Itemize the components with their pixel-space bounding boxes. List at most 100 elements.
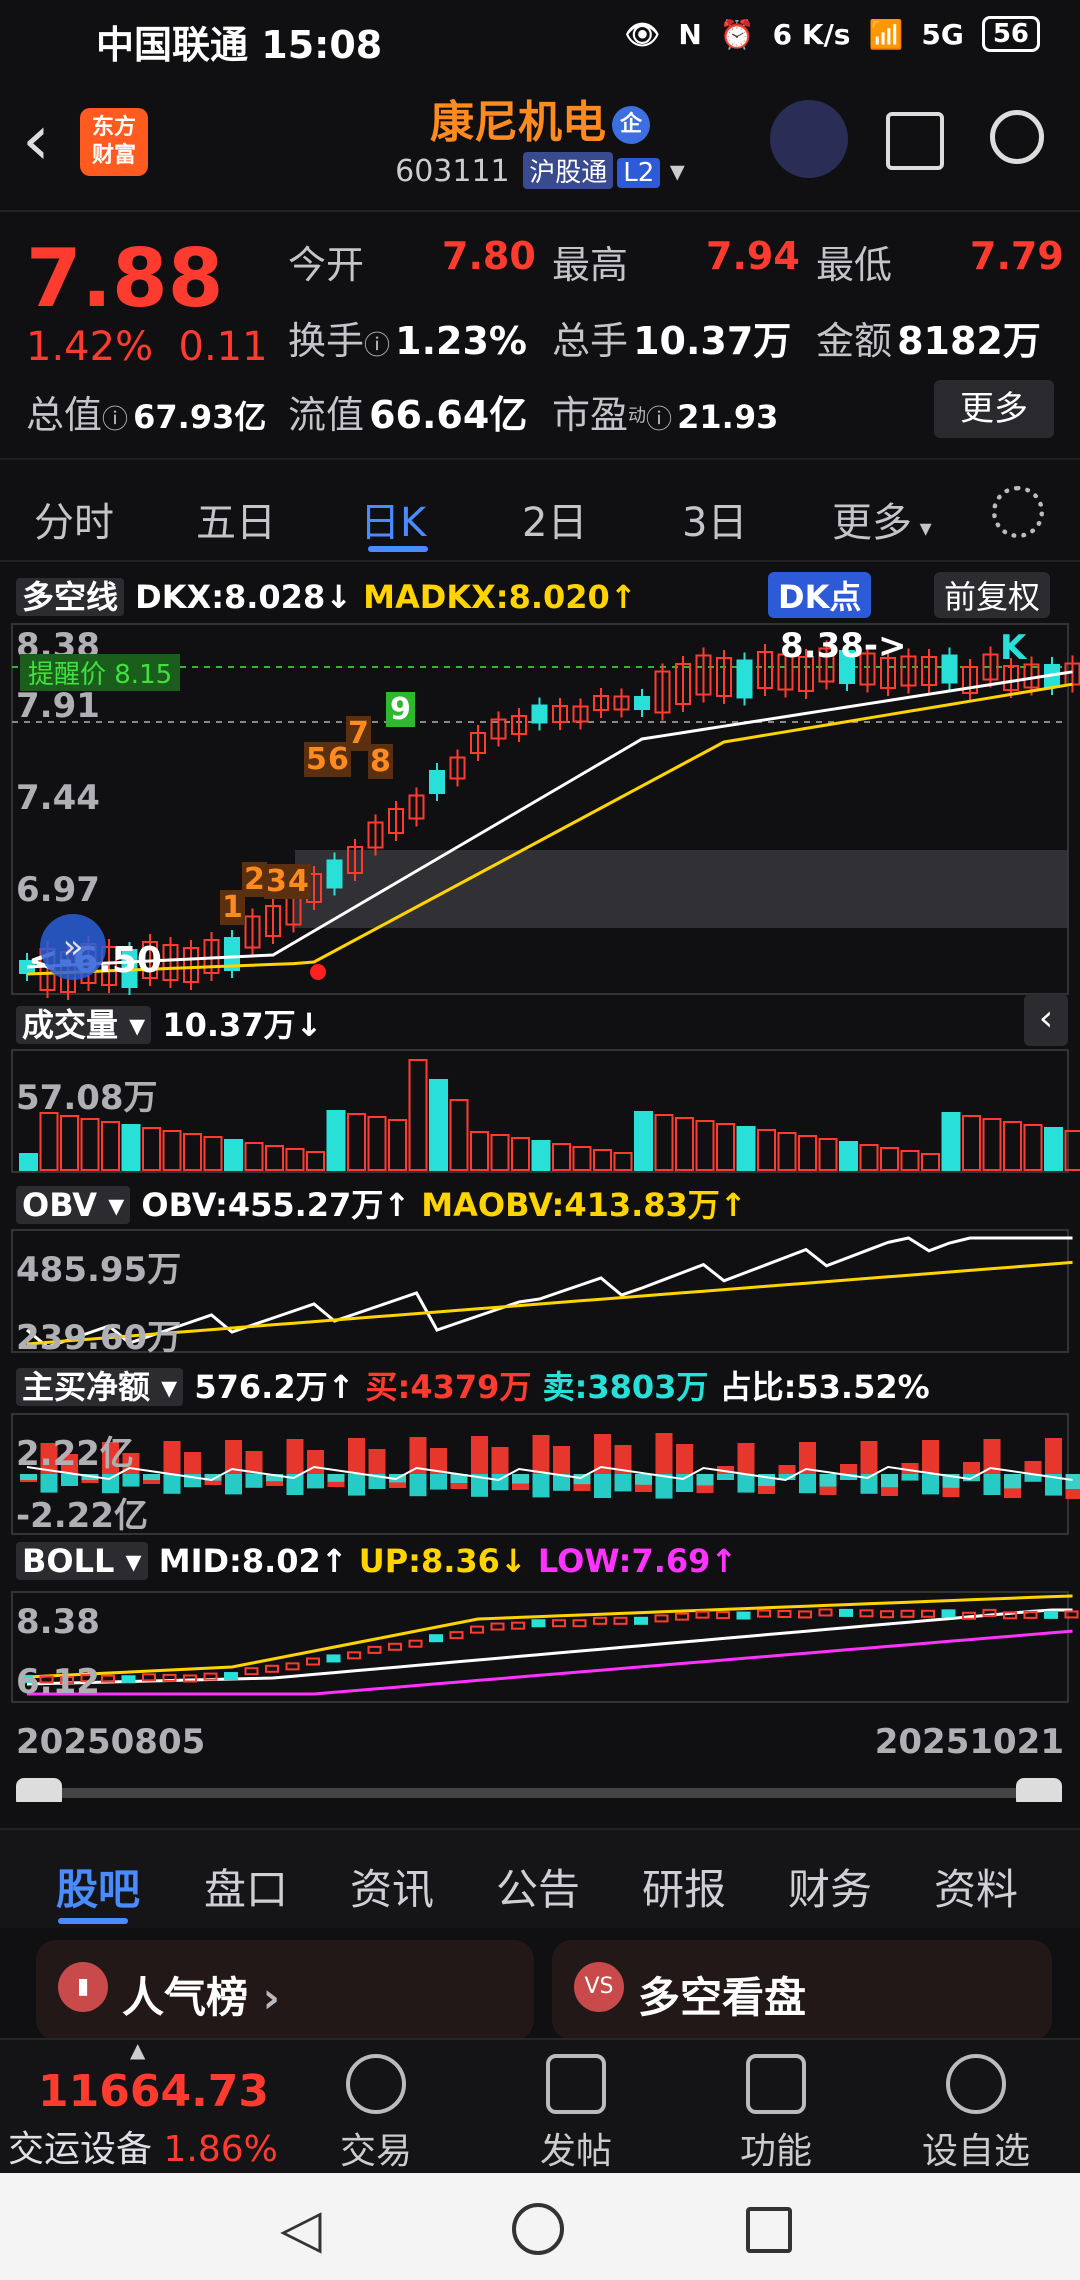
- volume-bar: [531, 1140, 551, 1171]
- enterprise-badge: 企: [612, 106, 650, 144]
- volume-selector[interactable]: 成交量 ▾: [16, 1006, 152, 1044]
- boll-candle: [941, 1609, 956, 1618]
- boll-candle: [1044, 1610, 1058, 1619]
- open-value: 7.80: [442, 234, 536, 278]
- tab-profile[interactable]: 资料: [934, 1856, 1018, 1917]
- net-bar-neg: [122, 1474, 140, 1487]
- tab-news[interactable]: 资讯: [350, 1856, 434, 1917]
- candle: [736, 659, 753, 699]
- volume-bar: [347, 1113, 366, 1171]
- tab-announcements[interactable]: 公告: [496, 1856, 580, 1917]
- back-triangle-icon[interactable]: ◁: [280, 2199, 340, 2259]
- volume-bar: [634, 1111, 653, 1171]
- net-axis-top: 2.22亿: [16, 1434, 134, 1474]
- tab-intraday[interactable]: 分时: [34, 490, 114, 548]
- tab-forum[interactable]: 股吧: [56, 1856, 140, 1917]
- pe-ratio: 市盈动ⓘ 21.93: [552, 393, 779, 437]
- seq-4: 4: [286, 864, 311, 899]
- search-icon[interactable]: [990, 110, 1044, 164]
- boll-candle: [367, 1645, 382, 1654]
- popularity-card[interactable]: ▮ 人气榜 ›: [36, 1940, 534, 2040]
- volume-bar: [408, 1059, 428, 1171]
- low-dot: [310, 964, 326, 980]
- boll-candle: [429, 1634, 443, 1643]
- axis-price-4: 6.97: [16, 870, 100, 910]
- obv-selector[interactable]: OBV ▾: [16, 1186, 131, 1224]
- net-bar-neg: [983, 1474, 1001, 1495]
- tab-three-day[interactable]: 3日: [682, 490, 747, 548]
- boll-candle: [101, 1674, 115, 1683]
- tab-orderbook[interactable]: 盘口: [204, 1856, 288, 1917]
- boll-candle: [593, 1616, 607, 1625]
- axis-price-2: 7.91: [16, 686, 100, 726]
- net-bar-neg: [512, 1474, 529, 1484]
- battery-icon: 56: [981, 16, 1040, 52]
- edit-icon: [546, 2054, 606, 2114]
- nav-functions[interactable]: 功能: [716, 2054, 836, 2174]
- share-icon[interactable]: [886, 112, 944, 170]
- tab-daily-k[interactable]: 日K: [360, 490, 426, 548]
- sector-index-value[interactable]: 11664.73: [38, 2066, 269, 2117]
- market-tag: 沪股通: [523, 152, 614, 189]
- recents-square-icon[interactable]: [746, 2207, 792, 2253]
- net-bar-pos: [860, 1441, 878, 1474]
- kline-chart-area[interactable]: 多空线 DKX:8.028↓ MADKX:8.020↑ DK点 前复权 8.38…: [0, 560, 1080, 1802]
- nav-add-watchlist[interactable]: 设自选: [916, 2054, 1036, 2174]
- volume-bar: [224, 1139, 243, 1171]
- boll-candle: [347, 1651, 361, 1660]
- volume-bar: [511, 1137, 530, 1171]
- date-start: 20250805: [16, 1722, 206, 1762]
- boll-candle: [839, 1608, 853, 1617]
- boll-candle: [900, 1609, 915, 1618]
- bull-bear-card[interactable]: VS 多空看盘: [552, 1940, 1052, 2040]
- gear-icon[interactable]: [992, 486, 1044, 538]
- tab-research[interactable]: 研报: [642, 1856, 726, 1917]
- expand-icon[interactable]: »: [40, 914, 106, 980]
- boll-axis-bot: 6.12: [16, 1662, 100, 1702]
- net-bar-pos: [184, 1452, 201, 1474]
- volume-bar: [101, 1121, 120, 1171]
- net-bar-neg: [327, 1474, 345, 1482]
- period-tabs: 分时 五日 日K 2日 3日 更多 ▾: [0, 458, 1080, 558]
- volume-bar: [285, 1148, 305, 1171]
- volume-bar: [183, 1133, 202, 1171]
- tab-more[interactable]: 更多 ▾: [832, 490, 932, 548]
- net-bar-pos: [532, 1435, 550, 1474]
- amount: 金额 8182万: [816, 319, 1041, 363]
- obv-header: OBV ▾ OBV:455.27万↑ MAOBV:413.83万↑: [16, 1180, 747, 1226]
- vol-axis: 57.08万: [16, 1078, 158, 1118]
- k-marker: K: [1000, 628, 1027, 668]
- volume-bar: [880, 1147, 899, 1171]
- tab-five-day[interactable]: 五日: [196, 490, 276, 548]
- volume-bar: [1044, 1127, 1063, 1171]
- boll-candle: [859, 1609, 874, 1618]
- boll-candle: [203, 1672, 218, 1681]
- quote-panel: 7.88 1.42% 0.11 总值ⓘ 67.93亿 今开 7.80 最高 7.…: [0, 210, 1080, 450]
- nav-trade[interactable]: 交易: [316, 2054, 436, 2174]
- net-bar-neg: [245, 1474, 263, 1488]
- home-circle-icon[interactable]: [512, 2203, 564, 2255]
- boll-candle: [716, 1611, 730, 1620]
- boll-candle: [572, 1619, 587, 1628]
- status-bar: 中国联通 15:08 👁 N ⏰ 6 K/s 📶 5G 56: [0, 0, 1080, 72]
- volume-bar: [121, 1124, 141, 1171]
- netbuy-selector[interactable]: 主买净额 ▾: [16, 1368, 184, 1406]
- assistant-robot-icon[interactable]: [770, 100, 848, 178]
- net-bar-neg: [881, 1474, 898, 1488]
- boll-candle: [142, 1673, 156, 1682]
- boll-selector[interactable]: BOLL ▾: [16, 1542, 148, 1580]
- stock-code: 603111: [395, 154, 510, 189]
- tab-finance[interactable]: 财务: [788, 1856, 872, 1917]
- boll-candle: [777, 1610, 792, 1618]
- volume-bars: [19, 1059, 1080, 1171]
- volume-bar: [449, 1099, 469, 1171]
- volume-bar: [1023, 1124, 1043, 1171]
- boll-candle: [654, 1614, 669, 1623]
- tab-two-day[interactable]: 2日: [522, 490, 587, 548]
- more-button[interactable]: 更多: [934, 380, 1054, 438]
- collapse-chevron-icon[interactable]: ‹: [1024, 994, 1068, 1046]
- high: 最高: [552, 243, 629, 287]
- nav-post[interactable]: 发帖: [516, 2054, 636, 2174]
- seq-9: 9: [386, 692, 415, 727]
- sector-index-name[interactable]: 交运设备 1.86%: [8, 2120, 278, 2172]
